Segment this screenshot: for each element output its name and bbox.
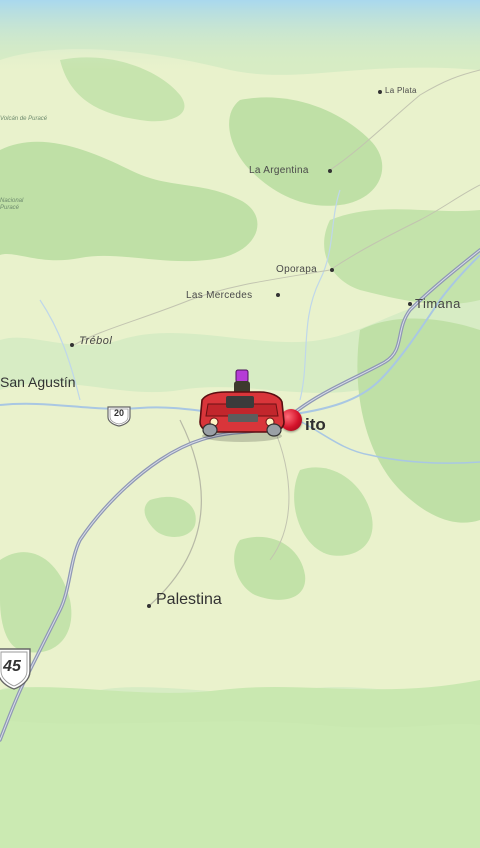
place-label-timana[interactable]: Timana bbox=[415, 296, 461, 311]
place-label-palestina[interactable]: Palestina bbox=[156, 591, 222, 609]
place-label-san-agustin[interactable]: San Agustín bbox=[0, 374, 76, 390]
place-label-las-mercedes[interactable]: Las Mercedes bbox=[186, 290, 252, 301]
red-jeep-icon[interactable] bbox=[196, 366, 288, 446]
place-dot-palestina bbox=[147, 604, 151, 608]
route-45-label: 45 bbox=[3, 658, 21, 675]
place-dot-oporapa bbox=[330, 268, 334, 272]
place-label-la-argentina[interactable]: La Argentina bbox=[249, 165, 309, 176]
place-dot-timana bbox=[408, 302, 412, 306]
place-dot-la-plata bbox=[378, 90, 382, 94]
place-label-pitalito[interactable]: ito bbox=[305, 415, 326, 435]
place-label-oporapa[interactable]: Oporapa bbox=[276, 264, 317, 275]
place-label-la-plata[interactable]: La Plata bbox=[385, 86, 417, 95]
park-label-volcan-purace: Volcán de Puracé bbox=[0, 116, 48, 122]
place-label-trebol[interactable]: Trébol bbox=[79, 335, 112, 347]
place-dot-trebol bbox=[70, 343, 74, 347]
place-dot-las-mercedes bbox=[276, 293, 280, 297]
park-label-nacional-purace: Nacional Puracé bbox=[0, 198, 24, 211]
route-20-label: 20 bbox=[113, 408, 124, 418]
place-dot-la-argentina bbox=[328, 169, 332, 173]
map-view[interactable]: Volcán de Puracé Nacional Puracé La Plat… bbox=[0, 0, 480, 848]
